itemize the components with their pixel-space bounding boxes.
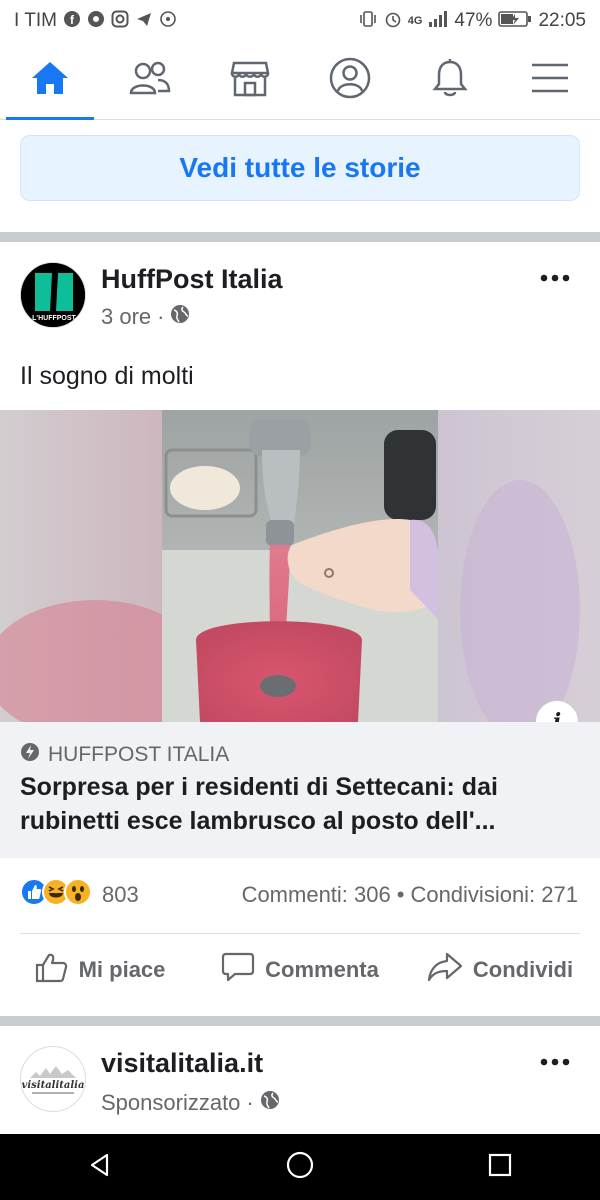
sponsored-post: visitalitalia visitalitalia.it Sponsoriz… (0, 1026, 600, 1134)
battery-percent: 47% (454, 10, 493, 31)
back-button[interactable] (70, 1137, 130, 1197)
see-all-stories-button[interactable]: Vedi tutte le storie (20, 135, 580, 201)
telegram-notification-icon (135, 10, 153, 33)
friends-icon (128, 60, 172, 101)
link-source-label: HUFFPOST ITALIA (48, 743, 230, 766)
comment-button[interactable]: Commenta (200, 942, 400, 998)
actions-divider (20, 933, 580, 934)
reaction-count: 803 (102, 881, 139, 907)
tab-friends[interactable] (100, 42, 200, 120)
vibrate-icon (358, 10, 378, 33)
post-author-name[interactable]: HuffPost Italia (101, 264, 283, 295)
recents-square-icon (487, 1152, 513, 1183)
recents-button[interactable] (470, 1137, 530, 1197)
post-link-image[interactable]: i (0, 410, 600, 722)
post-time[interactable]: 3 ore (101, 304, 151, 330)
clock-time: 22:05 (538, 10, 586, 31)
post-actions: Mi piace Commenta Condividi (0, 942, 600, 998)
profile-icon (329, 57, 371, 104)
battery-charging-icon (498, 10, 532, 33)
globe-icon-2 (260, 1090, 280, 1116)
stats-separator: • (396, 882, 405, 907)
link-preview[interactable]: HUFFPOST ITALIA Sorpresa per i residenti… (0, 722, 600, 858)
signal-icon (428, 10, 448, 33)
facebook-notification-icon: f (63, 10, 81, 33)
link-source: HUFFPOST ITALIA (20, 742, 229, 768)
more-dots-icon-2 (540, 1053, 570, 1071)
link-title[interactable]: Sorpresa per i residenti di Settecani: d… (20, 770, 585, 838)
instagram-notification-icon (111, 10, 129, 33)
reactions-summary[interactable]: 803 (20, 878, 139, 911)
network-label: 4G (407, 15, 423, 27)
post-meta: 3 ore · (101, 304, 190, 330)
tab-notifications[interactable] (400, 42, 500, 120)
system-nav-bar (0, 1134, 600, 1200)
sponsor-avatar[interactable]: visitalitalia (20, 1046, 86, 1112)
tab-menu[interactable] (500, 42, 600, 120)
carrier-label: I TIM (14, 10, 57, 31)
tab-home[interactable] (0, 42, 100, 121)
post-text: Il sogno di molti (20, 362, 194, 390)
comment-label: Commenta (265, 957, 379, 982)
share-label: Condividi (472, 957, 574, 982)
feed-separator (0, 232, 600, 242)
home-icon (30, 60, 70, 101)
post-stats: Commenti: 306 • Condivisioni: 271 (242, 882, 578, 908)
sponsored-label: Sponsorizzato (101, 1090, 241, 1115)
avatar-logo-text: L'HUFFPOST (32, 315, 76, 322)
more-dots-icon (540, 269, 570, 287)
thumbs-up-icon (35, 951, 69, 989)
alarm-icon (384, 10, 402, 33)
status-left: I TIM f (14, 10, 177, 33)
meta-dot: · (157, 304, 165, 329)
status-bar: I TIM f 4G 47% 22:05 (0, 0, 600, 42)
sponsor-name[interactable]: visitalitalia.it (101, 1048, 263, 1079)
back-triangle-icon (87, 1152, 113, 1183)
shares-count[interactable]: Condivisioni: 271 (410, 882, 578, 908)
share-button[interactable]: Condividi (400, 942, 600, 998)
like-label: Mi piace (78, 957, 166, 982)
hotspot-icon (159, 10, 177, 33)
sponsor-meta: Sponsorizzato · (101, 1090, 280, 1116)
page-avatar[interactable]: L'HUFFPOST (20, 262, 86, 328)
tab-profile[interactable] (300, 42, 400, 120)
status-right: 4G 47% 22:05 (358, 10, 586, 33)
feed-post: L'HUFFPOST HuffPost Italia 3 ore · Il so… (0, 242, 600, 1006)
like-button[interactable]: Mi piace (0, 942, 200, 998)
post-options-button[interactable] (535, 266, 575, 290)
top-nav-bar (0, 42, 600, 121)
lightning-icon (20, 742, 40, 768)
bell-icon (431, 58, 469, 103)
tab-marketplace[interactable] (200, 42, 300, 120)
feed-separator-2 (0, 1016, 600, 1026)
sponsor-options-button[interactable] (535, 1050, 575, 1074)
menu-icon (530, 62, 570, 99)
globe-icon (170, 304, 190, 330)
chat-notification-icon (87, 10, 105, 33)
meta-dot-2: · (246, 1090, 254, 1115)
comments-count[interactable]: Commenti: 306 (242, 882, 391, 908)
share-arrow-icon (427, 951, 463, 989)
stories-section: Vedi tutte le storie (0, 120, 600, 232)
home-circle-icon (285, 1150, 315, 1185)
home-button[interactable] (270, 1137, 330, 1197)
marketplace-icon (230, 59, 270, 102)
wow-icon (64, 878, 92, 911)
sponsor-logo-text: visitalitalia (22, 1080, 84, 1091)
comment-bubble-icon (221, 951, 255, 989)
